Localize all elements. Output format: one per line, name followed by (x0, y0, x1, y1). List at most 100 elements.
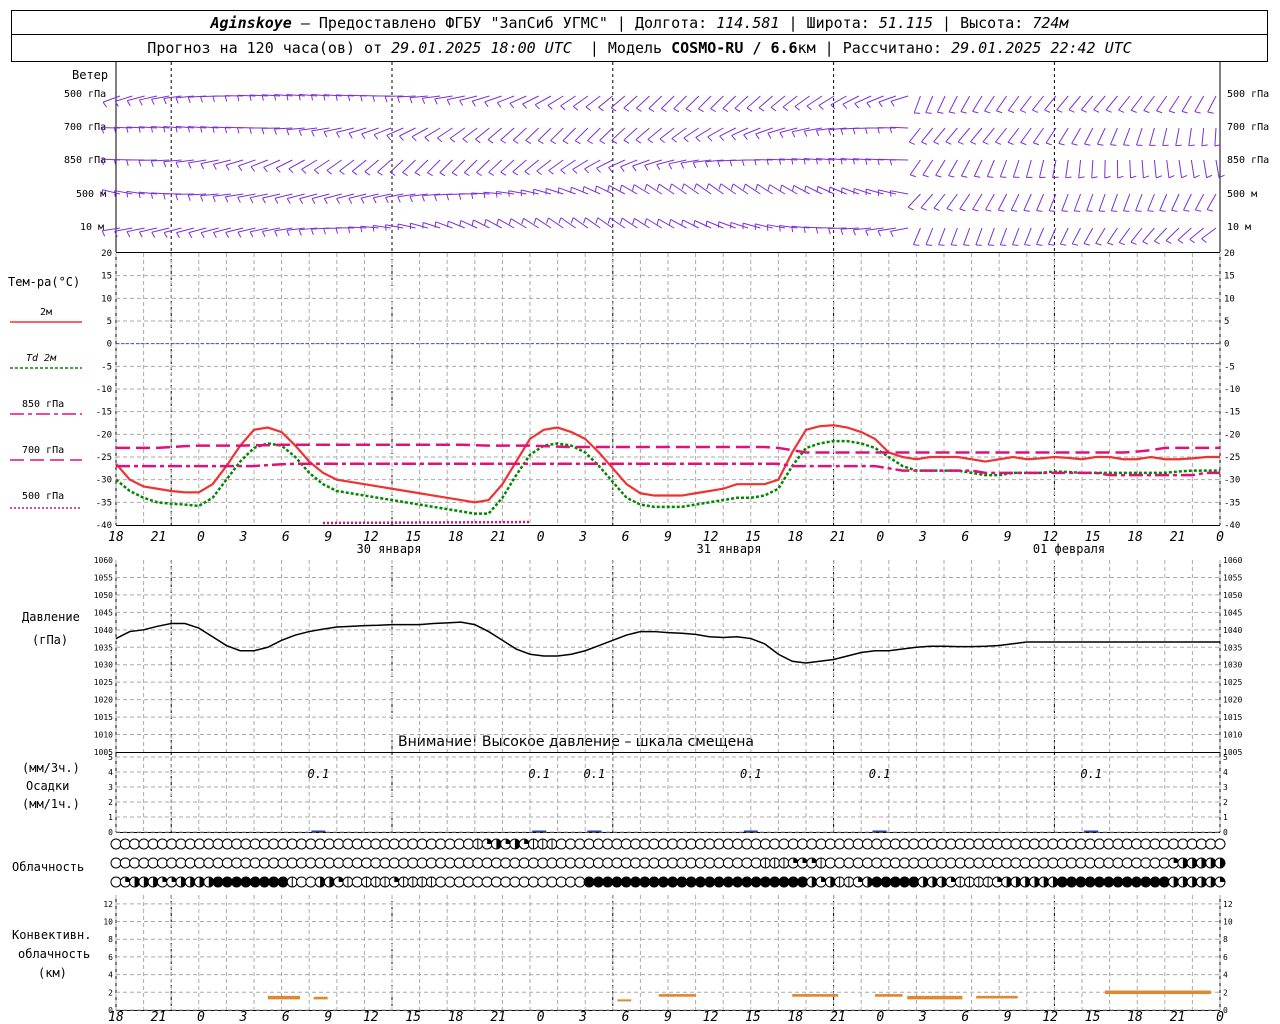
wind-barb (597, 217, 613, 229)
wind-barb-feather (656, 218, 660, 225)
wind-barb (500, 159, 515, 173)
precip-ytick-right: 2 (1223, 798, 1228, 807)
conv-segment (792, 994, 839, 997)
cloud-symbol (407, 857, 419, 869)
wind-barb-feather (508, 190, 510, 197)
wind-barb (560, 217, 576, 229)
cloud-symbol (824, 857, 836, 869)
wind-barb (611, 127, 626, 141)
wind-barb (537, 127, 552, 141)
cloud-symbol (592, 857, 604, 869)
wind-barb-feather (212, 164, 217, 170)
wind-barb-feather (1023, 209, 1030, 212)
wind-barb-feather (1201, 238, 1207, 243)
wind-barb-feather (791, 185, 795, 192)
wind-barb-feather (746, 107, 753, 112)
wind-barb-feather (484, 219, 487, 226)
wind-barb-feather (948, 175, 955, 178)
cloud-symbol (964, 857, 976, 869)
wind-barb-feather (909, 174, 916, 178)
hour-tick-label: 6 (282, 1010, 290, 1024)
wind-barb-feather (743, 134, 748, 140)
wind-barb-feather (301, 168, 307, 174)
wind-barb-feather (584, 168, 590, 174)
cloud-symbol-fill (788, 877, 799, 887)
cloud-symbol (175, 838, 187, 850)
hour-tick-label: 21 (490, 1010, 506, 1024)
wind-barb-feather (599, 140, 606, 144)
wind-barb-feather (224, 95, 228, 102)
wind-barb-feather (1044, 109, 1051, 113)
cloud-symbol-fill (1103, 877, 1114, 887)
hour-tick-label: 21 (830, 530, 846, 545)
wind-barb-feather (974, 175, 981, 178)
wind-barb-feather (1056, 109, 1063, 113)
cloud-symbol (546, 876, 558, 888)
wind-barb-feather (1105, 109, 1112, 113)
wind-barb-feather (717, 160, 721, 167)
wind-barb-feather (668, 163, 673, 170)
wind-barb-feather (138, 231, 143, 238)
wind-barb (908, 127, 921, 143)
cloud-symbol (370, 838, 382, 850)
wind-barb (973, 159, 983, 177)
wind-barb (734, 95, 749, 109)
cloud-symbol (861, 838, 873, 850)
wind-barb (995, 95, 1008, 112)
wind-barb-feather (718, 183, 722, 190)
cloud-symbol (852, 838, 864, 850)
wind-barb (1166, 159, 1170, 178)
wind-barb-feather (286, 129, 290, 136)
wind-barb (1188, 127, 1192, 146)
wind-barb-feather (866, 102, 871, 108)
wind-barb-feather (274, 230, 278, 237)
cloud-symbol-fill (871, 877, 882, 887)
wind-barb-feather (985, 209, 992, 212)
wind-barb (935, 159, 946, 176)
wind-barb (1147, 193, 1155, 211)
cloud-symbol (119, 857, 131, 869)
wind-barb-feather (237, 231, 242, 238)
cloud-symbol (648, 857, 660, 869)
wind-barb (522, 95, 539, 105)
cloud-symbol-fill (695, 877, 706, 887)
cloud-symbol (1140, 857, 1152, 869)
wind-barb (623, 127, 638, 141)
cloud-symbol-fill (769, 877, 780, 887)
wind-barb (933, 193, 946, 209)
hour-tick-label: 12 (703, 1010, 719, 1024)
wind-barb (585, 95, 601, 108)
wind-barb (720, 183, 737, 195)
wind-barb-feather (1181, 174, 1188, 179)
precip-ytick-right: 4 (1223, 768, 1228, 777)
cloud-symbol (444, 857, 456, 869)
pressure-ytick-right: 1010 (1223, 731, 1242, 740)
cloud-symbol-fill (1066, 877, 1077, 887)
wind-barb (487, 127, 503, 141)
wind-barb (732, 183, 749, 195)
wind-barb (985, 193, 995, 210)
cloud-symbol (908, 857, 920, 869)
wind-barb (1201, 227, 1217, 240)
wind-barb (920, 193, 934, 208)
wind-barb-feather (1193, 174, 1200, 179)
wind-barb (938, 227, 946, 245)
cloud-symbol (722, 857, 734, 869)
wind-barb-feather (1154, 240, 1160, 245)
wind-barb-feather (842, 103, 848, 109)
cloud-symbol-fill (1220, 858, 1225, 868)
wind-barb (1130, 227, 1143, 243)
cloud-symbol (555, 876, 567, 888)
cloud-symbol (611, 857, 623, 869)
wind-barb-feather (710, 108, 717, 113)
wind-barb-feather (200, 195, 204, 202)
cloud-symbol-fill (584, 877, 595, 887)
cloud-symbol (991, 857, 1003, 869)
wind-barb-feather (632, 218, 635, 225)
wind-barb-feather (483, 192, 486, 199)
wind-barb (536, 159, 552, 172)
wind-barb (984, 95, 995, 112)
wind-barb-feather (865, 230, 869, 237)
wind-barb-feather (237, 197, 241, 203)
cloud-symbol-fill (240, 877, 251, 887)
